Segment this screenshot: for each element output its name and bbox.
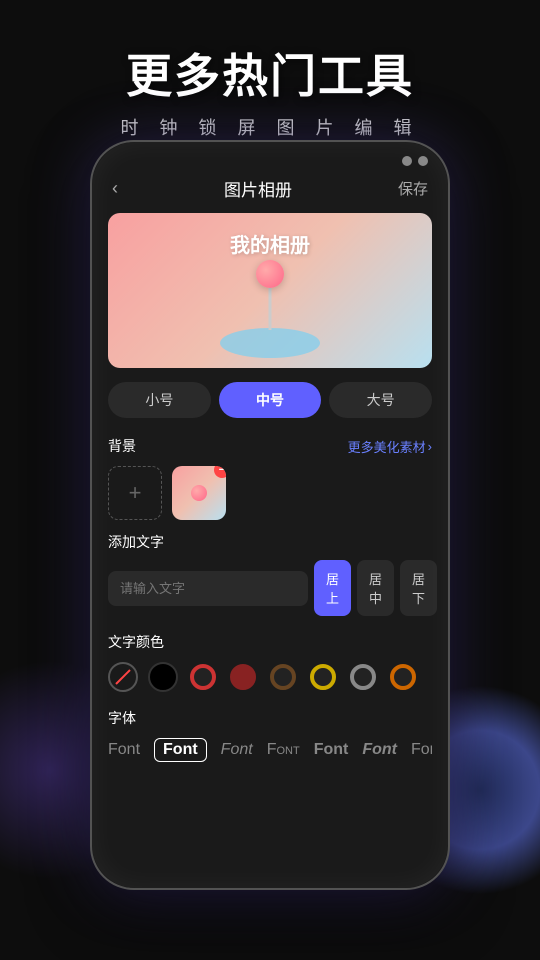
phone-frame: ‹ 图片相册 保存 我的相册 小号 中号 大号 背景 更多美化素材	[90, 140, 450, 890]
color-swatch-none[interactable]	[108, 662, 138, 692]
header: 更多热门工具 时 钟 锁 屏 图 片 编 辑	[0, 0, 540, 150]
font-item-3[interactable]: Font	[221, 741, 253, 759]
more-arrow-icon: ›	[428, 439, 432, 454]
align-top-button[interactable]: 居上	[314, 560, 351, 616]
font-label-3: Font	[221, 741, 253, 759]
font-label-4: Font	[267, 741, 300, 759]
color-swatch-red[interactable]	[188, 662, 218, 692]
font-item-1[interactable]: Font	[108, 741, 140, 759]
font-item-6[interactable]: Font	[362, 741, 397, 759]
font-item-2[interactable]: Font	[154, 738, 207, 762]
size-large-button[interactable]: 大号	[329, 382, 432, 418]
more-materials-link[interactable]: 更多美化素材 ›	[348, 437, 432, 456]
color-swatch-yellow[interactable]	[308, 662, 338, 692]
font-item-5[interactable]: Font	[314, 741, 349, 759]
size-small-button[interactable]: 小号	[108, 382, 211, 418]
app-header: ‹ 图片相册 保存	[92, 172, 448, 213]
header-title: 更多热门工具	[0, 40, 540, 106]
lollipop-candy	[256, 260, 284, 288]
text-input-section: 添加文字 居上 居中 居下	[92, 524, 448, 624]
font-section-label: 字体	[108, 708, 432, 728]
background-thumbnails: + −	[108, 466, 432, 520]
font-label-1: Font	[108, 741, 140, 759]
color-section: 文字颜色	[92, 624, 448, 700]
color-swatch-dark-red[interactable]	[228, 662, 258, 692]
align-center-button[interactable]: 居中	[357, 560, 394, 616]
text-input-field[interactable]	[108, 571, 308, 606]
font-item-4[interactable]: Font	[267, 741, 300, 759]
font-label-6: Font	[362, 741, 397, 759]
font-label-5: Font	[314, 741, 349, 759]
status-dot-1	[402, 156, 412, 166]
lollipop-illustration	[220, 328, 320, 358]
background-label: 背景	[108, 436, 136, 456]
font-section: 字体 Font Font Font Font Font	[92, 700, 448, 770]
thumb-candy-icon	[191, 485, 207, 501]
more-materials-text: 更多美化素材	[348, 437, 426, 456]
color-swatch-gray[interactable]	[348, 662, 378, 692]
background-thumbnail-1[interactable]: −	[172, 466, 226, 520]
text-section-label: 添加文字	[108, 532, 432, 552]
font-item-7[interactable]: Fon	[411, 741, 432, 759]
size-medium-button[interactable]: 中号	[219, 382, 322, 418]
color-swatch-black[interactable]	[148, 662, 178, 692]
color-swatch-dark[interactable]	[388, 662, 418, 692]
color-swatch-brown[interactable]	[268, 662, 298, 692]
font-options-row: Font Font Font Font Font Font	[108, 738, 432, 762]
back-button[interactable]: ‹	[112, 178, 118, 199]
text-input-row: 居上 居中 居下	[108, 560, 432, 616]
status-bar	[92, 142, 448, 172]
color-section-label: 文字颜色	[108, 632, 432, 652]
lollipop-plate	[220, 328, 320, 358]
color-swatches-row	[108, 662, 432, 692]
status-dot-2	[418, 156, 428, 166]
size-selector: 小号 中号 大号	[108, 382, 432, 418]
add-background-button[interactable]: +	[108, 466, 162, 520]
header-subtitle: 时 钟 锁 屏 图 片 编 辑	[0, 114, 540, 140]
background-section: 背景 更多美化素材 › + −	[92, 428, 448, 524]
font-label-7: Fon	[411, 741, 432, 759]
preview-text: 我的相册	[108, 229, 432, 258]
no-color-icon	[113, 667, 133, 687]
save-button[interactable]: 保存	[398, 178, 428, 199]
background-section-header: 背景 更多美化素材 ›	[108, 436, 432, 456]
preview-area: 我的相册	[108, 213, 432, 368]
font-label-2: Font	[154, 738, 207, 762]
app-title: 图片相册	[224, 176, 292, 201]
align-bottom-button[interactable]: 居下	[400, 560, 437, 616]
phone-mockup: ‹ 图片相册 保存 我的相册 小号 中号 大号 背景 更多美化素材	[90, 140, 450, 890]
